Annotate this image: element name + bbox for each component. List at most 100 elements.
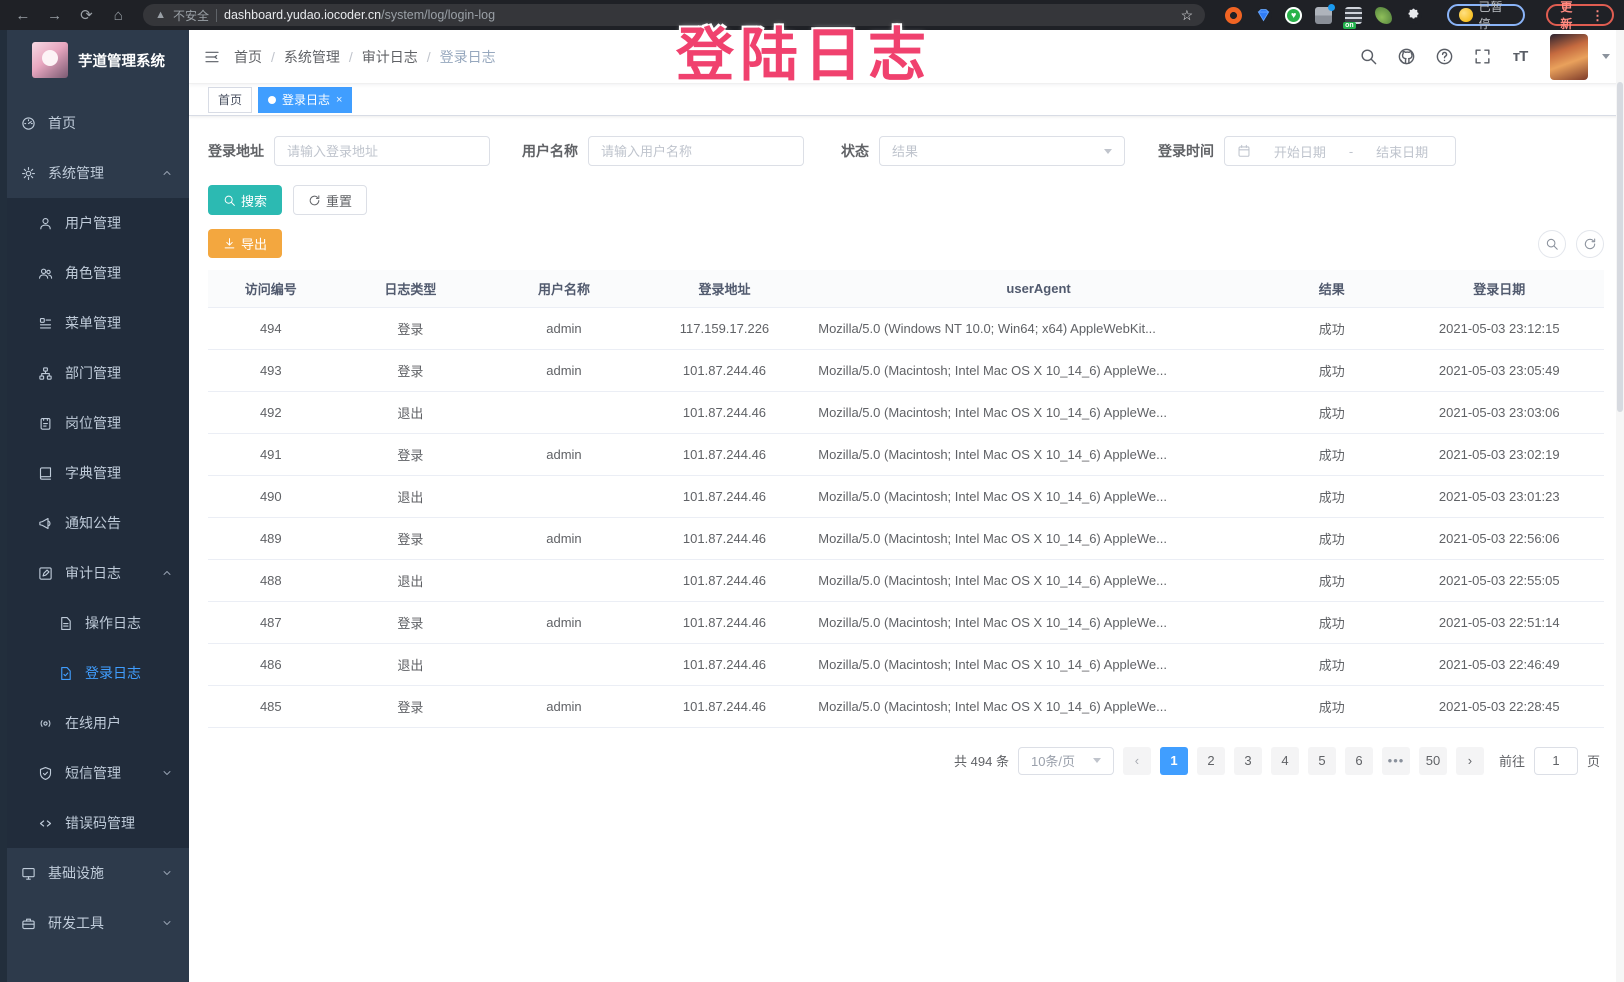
avatar-caret-icon[interactable] [1602, 54, 1610, 59]
browser-menu-icon[interactable]: ⋮ [1591, 9, 1604, 22]
sidebar-item-audit-log[interactable]: 审计日志 [0, 548, 189, 598]
start-date-placeholder[interactable]: 开始日期 [1259, 142, 1341, 161]
header-search-button[interactable] [1354, 43, 1382, 71]
sidebar-logo[interactable]: 芋道管理系统 [0, 30, 189, 90]
sidebar-item-sms[interactable]: 短信管理 [0, 748, 189, 798]
breadcrumb-audit[interactable]: 审计日志 [362, 47, 418, 67]
pager-prev-button[interactable]: ‹ [1123, 747, 1151, 775]
pager-page-2[interactable]: 2 [1197, 747, 1225, 775]
pager-page-4[interactable]: 4 [1271, 747, 1299, 775]
sidebar-item-roles[interactable]: 角色管理 [0, 248, 189, 298]
sidebar-item-users[interactable]: 用户管理 [0, 198, 189, 248]
search-button[interactable]: 搜索 [208, 185, 282, 215]
cell-type: 退出 [334, 643, 488, 685]
cell-result: 成功 [1269, 349, 1395, 391]
pager-page-50[interactable]: 50 [1419, 747, 1447, 775]
hamburger-icon[interactable] [204, 49, 220, 65]
cell-user: admin [487, 349, 641, 391]
sidebar-item-dict[interactable]: 字典管理 [0, 448, 189, 498]
cell-user: admin [487, 307, 641, 349]
table-row[interactable]: 487 登录 admin 101.87.244.46 Mozilla/5.0 (… [208, 601, 1604, 643]
pager-page-1[interactable]: 1 [1160, 747, 1188, 775]
tab-close-icon[interactable]: × [336, 94, 342, 106]
cell-useragent: Mozilla/5.0 (Macintosh; Intel Mac OS X 1… [808, 559, 1269, 601]
github-button[interactable] [1392, 43, 1420, 71]
table-row[interactable]: 492 退出 101.87.244.46 Mozilla/5.0 (Macint… [208, 391, 1604, 433]
chevron-down-icon [161, 767, 173, 779]
table-row[interactable]: 490 退出 101.87.244.46 Mozilla/5.0 (Macint… [208, 475, 1604, 517]
table-header-row: 访问编号 日志类型 用户名称 登录地址 userAgent 结果 登录日期 [208, 270, 1604, 307]
sidebar-item-posts[interactable]: 岗位管理 [0, 398, 189, 448]
sidebar-item-departments[interactable]: 部门管理 [0, 348, 189, 398]
sidebar-item-menus[interactable]: 菜单管理 [0, 298, 189, 348]
browser-update-button[interactable]: 更新 ⋮ [1546, 4, 1614, 26]
browser-forward-button[interactable]: → [42, 4, 68, 26]
extensions-puzzle-icon[interactable] [1405, 7, 1422, 24]
toggle-search-button[interactable] [1538, 230, 1566, 258]
address-bar[interactable]: ▲ 不安全 dashboard.yudao.iocoder.cn/system/… [143, 4, 1205, 26]
status-select-input[interactable] [892, 144, 1104, 159]
user-avatar[interactable] [1550, 34, 1588, 80]
table-row[interactable]: 486 退出 101.87.244.46 Mozilla/5.0 (Macint… [208, 643, 1604, 685]
end-date-placeholder[interactable]: 结束日期 [1361, 142, 1443, 161]
breadcrumb-system[interactable]: 系统管理 [284, 47, 340, 67]
sidebar-item-operation-log[interactable]: 操作日志 [0, 598, 189, 648]
cell-useragent: Mozilla/5.0 (Macintosh; Intel Mac OS X 1… [808, 643, 1269, 685]
extension-list-icon[interactable]: on [1345, 7, 1362, 24]
edit-square-icon [38, 566, 53, 581]
extension-orange-icon[interactable] [1225, 7, 1242, 24]
browser-reload-button[interactable]: ⟳ [74, 4, 100, 26]
home-icon [21, 116, 36, 131]
page-scrollbar[interactable] [1616, 30, 1624, 982]
reset-button[interactable]: 重置 [293, 185, 367, 215]
font-size-button[interactable]: тT [1506, 43, 1534, 71]
tab-login-log[interactable]: 登录日志 × [258, 87, 352, 113]
login-time-range-picker[interactable]: 开始日期 - 结束日期 [1224, 136, 1456, 166]
page-size-select[interactable]: 10条/页 [1018, 747, 1114, 775]
help-button[interactable] [1430, 43, 1458, 71]
pager-ellipsis[interactable]: ••• [1382, 747, 1410, 775]
security-label[interactable]: 不安全 [173, 7, 209, 24]
cell-id: 494 [208, 307, 334, 349]
bookmark-star-icon[interactable]: ☆ [1181, 7, 1194, 24]
table-row[interactable]: 494 登录 admin 117.159.17.226 Mozilla/5.0 … [208, 307, 1604, 349]
pager-next-button[interactable]: › [1456, 747, 1484, 775]
page-url[interactable]: dashboard.yudao.iocoder.cn/system/log/lo… [224, 8, 495, 22]
scrollbar-thumb[interactable] [1617, 82, 1623, 412]
extension-green-heart-icon[interactable]: ♥ [1285, 7, 1302, 24]
browser-back-button[interactable]: ← [10, 4, 36, 26]
table-row[interactable]: 485 登录 admin 101.87.244.46 Mozilla/5.0 (… [208, 685, 1604, 727]
sidebar-item-online-users[interactable]: 在线用户 [0, 698, 189, 748]
fullscreen-button[interactable] [1468, 43, 1496, 71]
sidebar-item-system[interactable]: 系统管理 [0, 148, 189, 198]
export-button[interactable]: 导出 [208, 229, 282, 258]
pager-page-3[interactable]: 3 [1234, 747, 1262, 775]
sidebar-item-infrastructure[interactable]: 基础设施 [0, 848, 189, 898]
tab-home[interactable]: 首页 [208, 87, 252, 113]
profile-paused-chip[interactable]: 已暂停 [1447, 4, 1525, 26]
pager-page-5[interactable]: 5 [1308, 747, 1336, 775]
table-row[interactable]: 491 登录 admin 101.87.244.46 Mozilla/5.0 (… [208, 433, 1604, 475]
sidebar-item-notice[interactable]: 通知公告 [0, 498, 189, 548]
login-address-input[interactable] [287, 144, 477, 159]
username-input[interactable] [601, 144, 791, 159]
table-row[interactable]: 493 登录 admin 101.87.244.46 Mozilla/5.0 (… [208, 349, 1604, 391]
extension-gem-icon[interactable] [1255, 7, 1272, 24]
login-log-table: 访问编号 日志类型 用户名称 登录地址 userAgent 结果 登录日期 49… [208, 270, 1604, 728]
table-row[interactable]: 489 登录 admin 101.87.244.46 Mozilla/5.0 (… [208, 517, 1604, 559]
cell-user [487, 391, 641, 433]
status-select[interactable] [879, 136, 1125, 166]
sidebar-item-login-log[interactable]: 登录日志 [0, 648, 189, 698]
extension-leaf-icon[interactable] [1375, 7, 1392, 24]
table-row[interactable]: 488 退出 101.87.244.46 Mozilla/5.0 (Macint… [208, 559, 1604, 601]
sidebar-item-dev-tools[interactable]: 研发工具 [0, 898, 189, 948]
sidebar-item-home[interactable]: 首页 [0, 98, 189, 148]
pager-page-6[interactable]: 6 [1345, 747, 1373, 775]
browser-home-button[interactable]: ⌂ [105, 4, 131, 26]
breadcrumb-home[interactable]: 首页 [234, 47, 262, 67]
extension-grid-icon[interactable] [1315, 7, 1332, 24]
cell-result: 成功 [1269, 517, 1395, 559]
sidebar-item-error-codes[interactable]: 错误码管理 [0, 798, 189, 848]
refresh-table-button[interactable] [1576, 230, 1604, 258]
goto-page-input[interactable] [1534, 747, 1578, 775]
